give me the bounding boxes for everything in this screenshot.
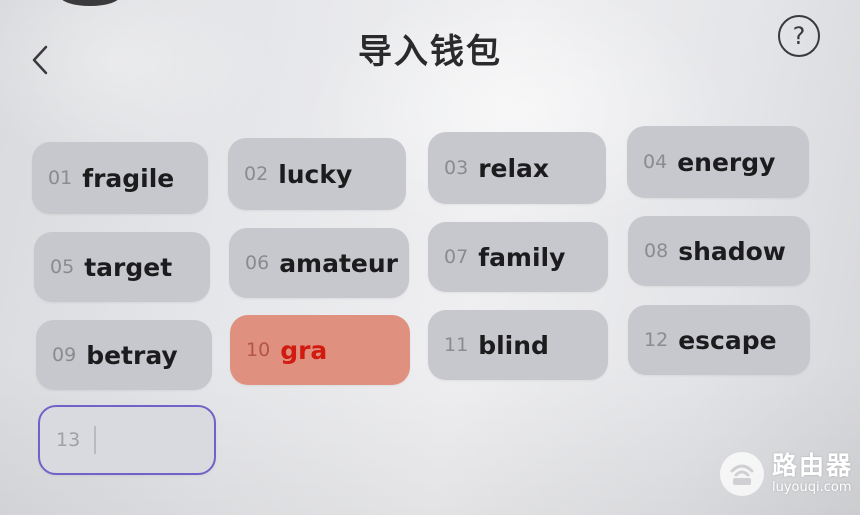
word-index: 08 xyxy=(644,240,669,262)
word-slot-07[interactable]: 07 family xyxy=(428,222,608,292)
help-icon: ? xyxy=(792,22,806,50)
watermark-name: 路由器 xyxy=(772,451,854,480)
word-text: shadow xyxy=(678,236,786,266)
word-index: 12 xyxy=(644,329,669,351)
word-slot-01[interactable]: 01 fragile xyxy=(32,142,208,214)
word-index: 05 xyxy=(50,256,75,278)
word-index: 06 xyxy=(245,252,270,274)
help-button[interactable]: ? xyxy=(778,15,820,57)
word-slot-13-input[interactable]: 13 xyxy=(38,405,216,475)
word-slot-09[interactable]: 09 betray xyxy=(36,320,212,390)
word-index: 10 xyxy=(246,339,271,361)
word-index: 04 xyxy=(643,151,668,173)
word-slot-08[interactable]: 08 shadow xyxy=(628,216,810,286)
word-index: 09 xyxy=(52,344,77,366)
word-index: 02 xyxy=(244,163,269,185)
word-text: blind xyxy=(478,330,549,360)
word-slot-12[interactable]: 12 escape xyxy=(628,305,810,375)
word-index: 01 xyxy=(48,167,73,189)
word-slot-04[interactable]: 04 energy xyxy=(627,126,809,198)
word-index: 07 xyxy=(444,246,469,268)
page-title: 导入钱包 xyxy=(358,32,502,72)
word-text: target xyxy=(84,252,173,282)
word-slot-03[interactable]: 03 relax xyxy=(428,132,606,204)
word-text: amateur xyxy=(279,248,399,278)
word-text: energy xyxy=(677,147,776,177)
watermark-url: luyouqi.com xyxy=(772,480,852,495)
word-slot-05[interactable]: 05 target xyxy=(34,232,210,302)
word-text: escape xyxy=(678,325,777,355)
word-text: relax xyxy=(478,153,550,183)
word-index: 11 xyxy=(444,334,469,356)
word-text: betray xyxy=(86,340,178,370)
word-text: gra xyxy=(280,335,328,365)
word-text: family xyxy=(478,242,566,272)
word-text: fragile xyxy=(82,163,175,193)
word-slot-10-invalid[interactable]: 10 gra xyxy=(230,315,410,385)
word-text: lucky xyxy=(278,159,353,189)
word-slot-06[interactable]: 06 amateur xyxy=(229,228,409,298)
import-wallet-screen: 导入钱包 ? 01 fragile 02 lucky 03 relax 04 e… xyxy=(0,0,860,515)
router-logo-icon xyxy=(720,452,764,496)
camera-notch xyxy=(60,0,120,6)
word-index: 13 xyxy=(56,429,81,451)
word-index: 03 xyxy=(444,157,469,179)
text-cursor xyxy=(94,426,97,454)
word-slot-11[interactable]: 11 blind xyxy=(428,310,608,380)
watermark: 路由器 luyouqi.com xyxy=(720,452,853,496)
word-slot-02[interactable]: 02 lucky xyxy=(228,138,406,210)
